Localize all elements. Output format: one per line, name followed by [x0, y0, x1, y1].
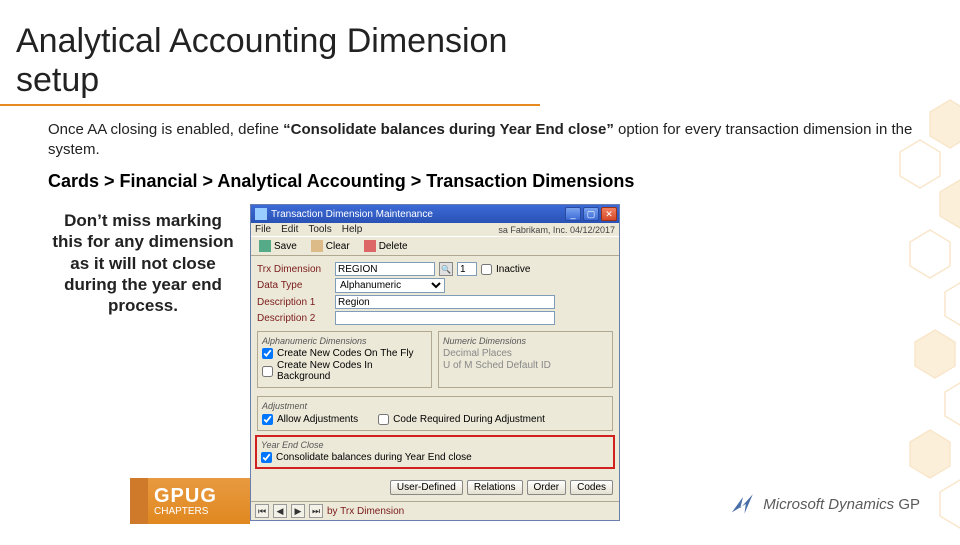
pager-next-icon[interactable]: ▶ [291, 504, 305, 518]
pager-first-icon[interactable]: ⏮ [255, 504, 269, 518]
sequence-field[interactable] [457, 262, 477, 276]
nav-path: Cards > Financial > Analytical Accountin… [48, 171, 960, 192]
menu-help[interactable]: Help [342, 224, 363, 235]
description2-label: Description 2 [257, 313, 331, 324]
codes-button[interactable]: Codes [570, 480, 613, 495]
consolidate-label: Consolidate balances during Year End clo… [276, 452, 472, 463]
body-bold: “Consolidate balances during Year End cl… [283, 121, 618, 138]
consolidate-checkbox[interactable] [261, 452, 272, 463]
slide-title: Analytical Accounting Dimension setup [0, 0, 540, 106]
titlebar: Transaction Dimension Maintenance _ ▢ ✕ [251, 205, 619, 223]
description1-field[interactable] [335, 295, 555, 309]
description2-field[interactable] [335, 311, 555, 325]
pager-prev-icon[interactable]: ◀ [273, 504, 287, 518]
gpug-logo: GPUG CHAPTERS [130, 478, 250, 524]
allow-adjustments-checkbox[interactable] [262, 414, 273, 425]
alpha-groupbox: Alphanumeric Dimensions Create New Codes… [257, 331, 432, 388]
adjustment-title: Adjustment [262, 401, 608, 411]
order-button[interactable]: Order [527, 480, 567, 495]
ms-suffix: GP [894, 496, 920, 513]
delete-icon [364, 240, 376, 252]
nav-rest: ards > Financial > Analytical Accounting… [61, 171, 634, 191]
trx-dimension-field[interactable] [335, 262, 435, 276]
alpha-group-title: Alphanumeric Dimensions [262, 336, 427, 346]
menu-tools[interactable]: Tools [308, 224, 331, 235]
create-bg-checkbox[interactable] [262, 366, 273, 377]
menubar: File Edit Tools Help sa Fabrikam, Inc. 0… [251, 223, 619, 236]
gpug-small: CHAPTERS [154, 506, 250, 517]
pager: ⏮ ◀ ▶ ⏭ by Trx Dimension [251, 501, 619, 520]
toolbar: Save Clear Delete [251, 236, 619, 256]
user-defined-button[interactable]: User-Defined [390, 480, 463, 495]
menu-edit[interactable]: Edit [281, 224, 298, 235]
highlighted-section: Year End Close Consolidate balances duri… [255, 435, 615, 469]
allow-adjustments-label: Allow Adjustments [277, 414, 358, 425]
pager-last-icon[interactable]: ⏭ [309, 504, 323, 518]
menu-file[interactable]: File [255, 224, 271, 235]
clear-icon [311, 240, 323, 252]
dynamics-icon [729, 490, 757, 518]
window-icon [255, 208, 267, 220]
save-icon [259, 240, 271, 252]
relations-button[interactable]: Relations [467, 480, 523, 495]
dialog-window: Transaction Dimension Maintenance _ ▢ ✕ … [250, 204, 620, 521]
save-label: Save [274, 241, 297, 252]
save-button[interactable]: Save [255, 239, 301, 253]
bottom-button-row: User-Defined Relations Order Codes [251, 476, 619, 501]
uom-default-label: U of M Sched Default ID [443, 360, 551, 371]
slide-body: Once AA closing is enabled, define “Cons… [48, 120, 918, 159]
clear-button[interactable]: Clear [307, 239, 354, 253]
microsoft-dynamics-logo: Microsoft Dynamics GP [729, 490, 920, 518]
body-pre: Once AA closing is enabled, define [48, 121, 283, 138]
lookup-icon[interactable]: 🔍 [439, 262, 453, 276]
nav-first-letter: C [48, 171, 61, 191]
maximize-button[interactable]: ▢ [583, 207, 599, 221]
ms-name: Microsoft Dynamics [763, 496, 894, 513]
delete-button[interactable]: Delete [360, 239, 412, 253]
gpug-big: GPUG [154, 486, 250, 506]
numeric-groupbox: Numeric Dimensions Decimal Places U of M… [438, 331, 613, 388]
create-fly-checkbox[interactable] [262, 348, 273, 359]
yec-title: Year End Close [261, 440, 609, 450]
minimize-button[interactable]: _ [565, 207, 581, 221]
close-button[interactable]: ✕ [601, 207, 617, 221]
inactive-checkbox[interactable] [481, 264, 492, 275]
adjustment-groupbox: Adjustment Allow Adjustments Code Requir… [257, 396, 613, 431]
window-title: Transaction Dimension Maintenance [271, 209, 433, 220]
clear-label: Clear [326, 241, 350, 252]
inactive-label: Inactive [496, 264, 530, 275]
trx-dimension-label: Trx Dimension [257, 264, 331, 275]
status-text: sa Fabrikam, Inc. 04/12/2017 [498, 225, 615, 235]
code-required-checkbox[interactable] [378, 414, 389, 425]
create-bg-label: Create New Codes In Background [277, 360, 427, 382]
pager-label: by Trx Dimension [327, 506, 404, 517]
decimal-places-label: Decimal Places [443, 348, 512, 359]
callout-text: Don’t miss marking this for any dimensio… [48, 204, 238, 521]
delete-label: Delete [379, 241, 408, 252]
create-fly-label: Create New Codes On The Fly [277, 348, 414, 359]
data-type-select[interactable]: Alphanumeric [335, 278, 445, 293]
description1-label: Description 1 [257, 297, 331, 308]
code-required-label: Code Required During Adjustment [393, 414, 545, 425]
data-type-label: Data Type [257, 280, 331, 291]
numeric-group-title: Numeric Dimensions [443, 336, 608, 346]
